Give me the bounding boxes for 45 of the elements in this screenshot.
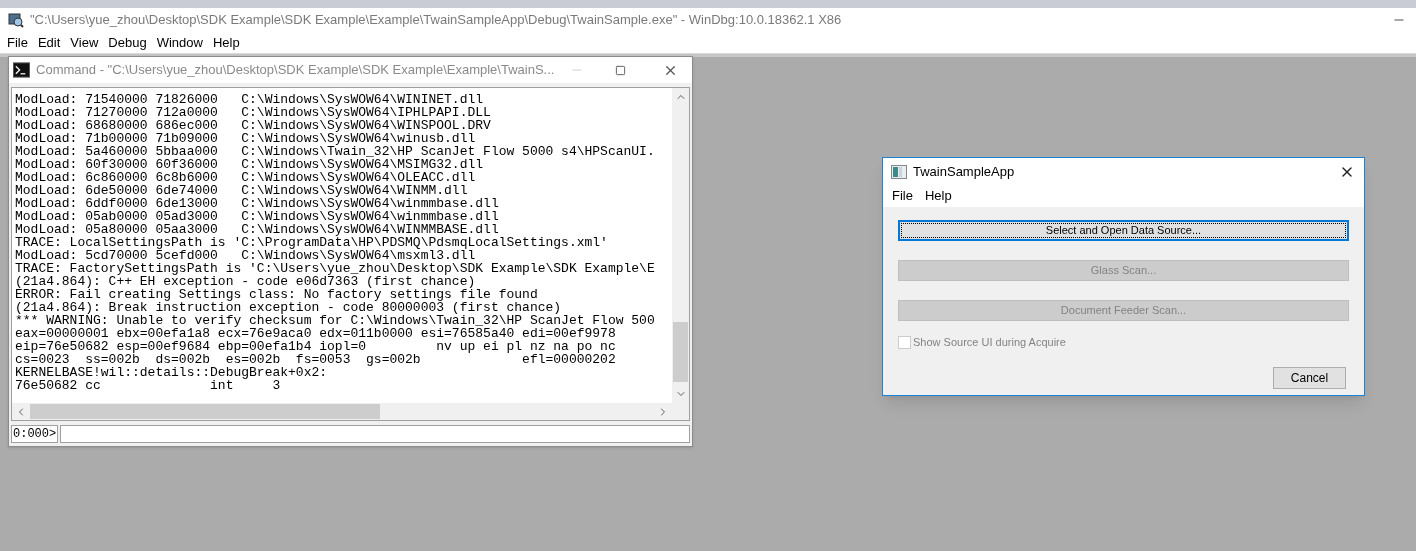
command-input-field[interactable] bbox=[60, 425, 690, 443]
menu-item[interactable]: View bbox=[65, 32, 104, 53]
output-line: ERROR: Fail creating Settings class: No factory settings file found bbox=[15, 288, 538, 301]
output-line: ModLoad: 05ab0000 05ad3000 C:\Windows\SysWOW64\winmmbase.dll bbox=[15, 210, 499, 223]
menu-item[interactable]: Debug bbox=[103, 32, 152, 53]
checkbox-label: Show Source UI during Acquire bbox=[913, 335, 1066, 350]
output-line: TRACE: LocalSettingsPath is 'C:\ProgramData\HP\PDSMQ\PdsmqLocalSettings.xml' bbox=[15, 236, 608, 249]
output-line: ModLoad: 05a80000 05aa3000 C:\Windows\SysWOW64\WINMMBASE.dll bbox=[15, 223, 499, 236]
output-line: ModLoad: 71540000 71826000 C:\Windows\SysWOW64\WININET.dll bbox=[15, 93, 484, 106]
window-title: "C:\Users\yue_zhou\Desktop\SDK Example\SDK Example\Example\TwainSampleApp\Debug\TwainSample.exe" - WinDbg:10.0.18362.1 X86 bbox=[30, 11, 843, 30]
output-line: eax=00000001 ebx=00efa1a8 ecx=76e9aca0 edx=011b0000 esi=76585a40 edi=00ef9978 bbox=[15, 327, 616, 340]
output-line: ModLoad: 5a460000 5bbaa000 C:\Windows\Twain_32\HP ScanJet Flow 5000 s4\HPScanUI. bbox=[15, 145, 655, 158]
output-line: 76e50682 cc int 3 bbox=[15, 379, 281, 392]
output-line: eip=76e50682 esp=00ef9684 ebp=00efa1b4 iopl=0 nv up ei pl nz na po nc bbox=[15, 340, 616, 353]
action-button[interactable]: Select and Open Data Source... bbox=[898, 220, 1349, 241]
cancel-button[interactable]: Cancel bbox=[1273, 367, 1346, 389]
output-line: TRACE: FactorySettingsPath is 'C:\Users\yue_zhou\Desktop\SDK Example\SDK Example\E bbox=[15, 262, 655, 275]
output-line: ModLoad: 71270000 712a0000 C:\Windows\SysWOW64\IPHLPAPI.DLL bbox=[15, 106, 491, 119]
menu-item[interactable]: Window bbox=[151, 32, 208, 53]
command-prompt: 0:000> bbox=[11, 425, 59, 443]
output-line: *** WARNING: Unable to verify checksum for C:\Windows\Twain_32\HP ScanJet Flow 500 bbox=[15, 314, 655, 327]
menu-item[interactable]: Help bbox=[918, 186, 958, 206]
menu-item[interactable]: Help bbox=[207, 32, 245, 53]
output-line: (21a4.864): C++ EH exception - code e06d7363 (first chance) bbox=[15, 275, 476, 288]
output-line: ModLoad: 68680000 686ec000 C:\Windows\SysWOW64\WINSPOOL.DRV bbox=[15, 119, 491, 132]
output-line: cs=0023 ss=002b ds=002b es=002b fs=0053 gs=002b efl=00000202 bbox=[15, 353, 616, 366]
menu-item[interactable]: File bbox=[2, 32, 33, 53]
command-window-title: Command - "C:\Users\yue_zhou\Desktop\SDK Example\SDK Example\Example\TwainS... bbox=[36, 61, 555, 80]
scrollbar-thumb[interactable] bbox=[30, 404, 380, 419]
dialog-title: TwainSampleApp bbox=[913, 162, 1016, 181]
menu-item[interactable]: Edit bbox=[32, 32, 66, 53]
output-line: (21a4.864): Break instruction exception - code 80000003 (first chance) bbox=[15, 301, 562, 314]
output-line: ModLoad: 60f30000 60f36000 C:\Windows\SysWOW64\MSIMG32.dll bbox=[15, 158, 484, 171]
output-line: ModLoad: 6de50000 6de74000 C:\Windows\SysWOW64\WINMM.dll bbox=[15, 184, 468, 197]
app-icon bbox=[891, 164, 907, 179]
scrollbar-thumb[interactable] bbox=[673, 322, 688, 382]
debugger-app-icon bbox=[8, 12, 24, 28]
maximize-icon[interactable] bbox=[615, 64, 626, 76]
terminal-icon bbox=[13, 62, 31, 78]
output-line: ModLoad: 71b00000 71b09000 C:\Windows\SysWOW64\winusb.dll bbox=[15, 132, 476, 145]
output-line: ModLoad: 6c860000 6c8b6000 C:\Windows\SysWOW64\OLEACC.dll bbox=[15, 171, 476, 184]
output-line: KERNELBASE!wil::details::DebugBreak+0x2: bbox=[15, 366, 328, 379]
output-line: ModLoad: 5cd70000 5cefd000 C:\Windows\SysWOW64\msxml3.dll bbox=[15, 249, 476, 262]
menu-item[interactable]: File bbox=[886, 186, 919, 206]
output-line: ModLoad: 6ddf0000 6de13000 C:\Windows\SysWOW64\winmmbase.dll bbox=[15, 197, 499, 210]
